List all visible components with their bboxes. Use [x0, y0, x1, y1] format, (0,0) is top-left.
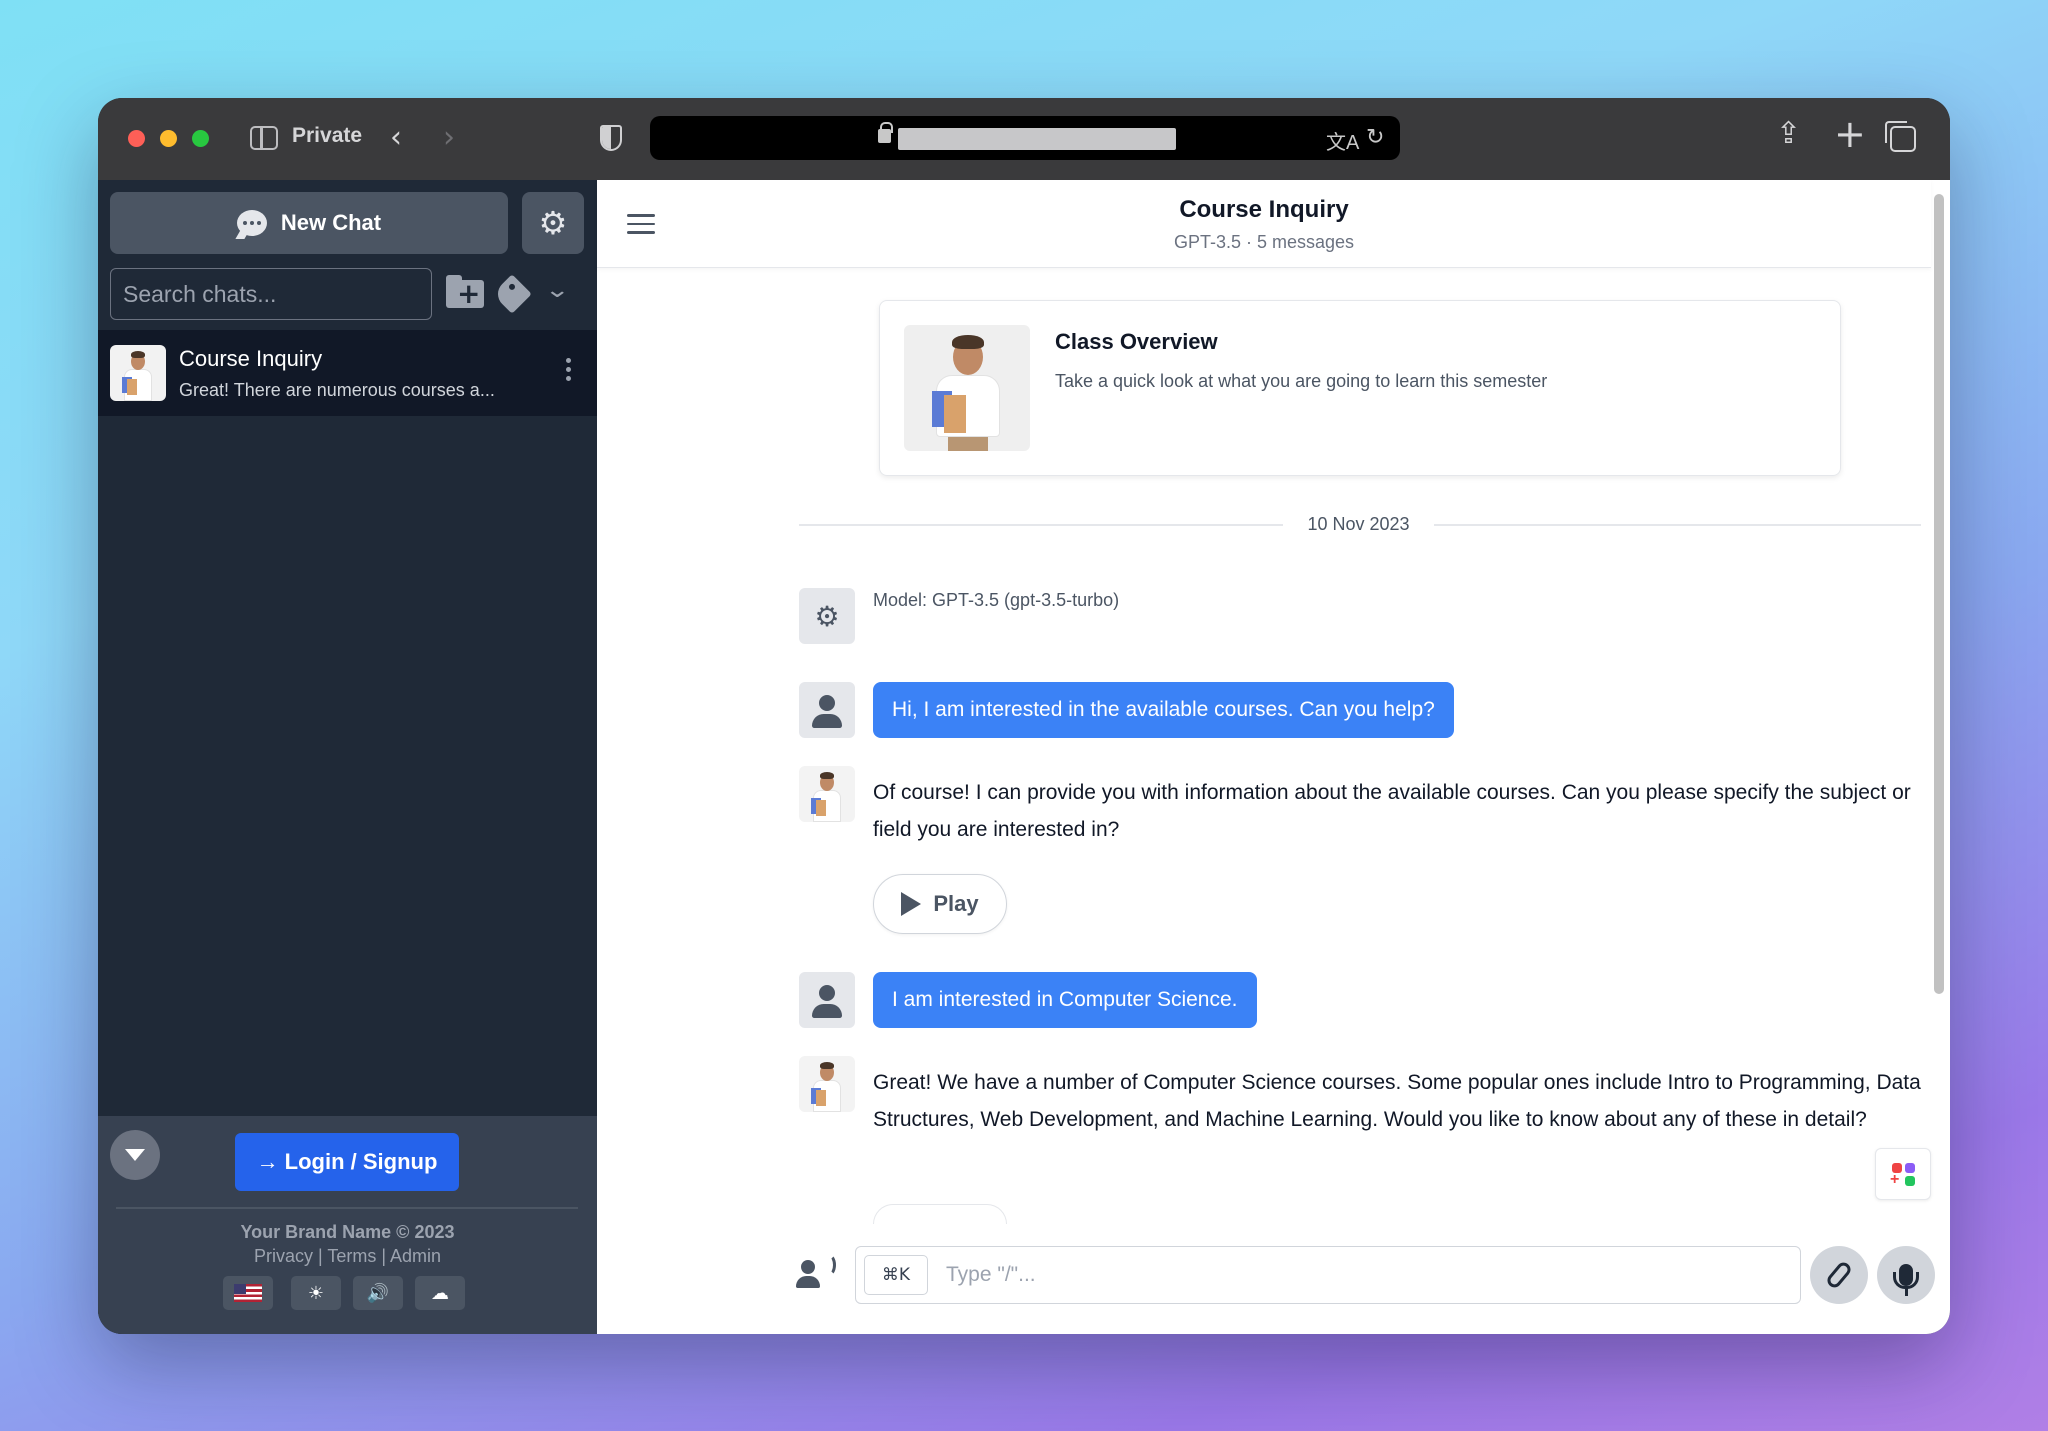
privacy-shield-icon[interactable]	[600, 125, 622, 151]
overview-title: Class Overview	[1055, 329, 1218, 354]
conversation-meta: GPT-3.5 · 5 messages	[1173, 232, 1355, 252]
class-overview-card[interactable]: Class Overview Take a quick look at what…	[879, 300, 1841, 476]
private-label: Private	[292, 124, 363, 147]
settings-button[interactable]: ⚙	[522, 192, 584, 254]
footer-divider	[116, 1207, 578, 1209]
play-label: Play	[933, 891, 979, 916]
close-window-button[interactable]	[128, 130, 145, 147]
maximize-window-button[interactable]	[192, 130, 209, 147]
gear-icon: ⚙	[538, 204, 568, 242]
teacher-image	[904, 325, 1030, 451]
user-avatar	[799, 972, 855, 1028]
browser-window: Private ‹ › 文A ↻ ⇪ + New Chat ⚙ ⌄	[98, 98, 1950, 1334]
login-signup-button[interactable]: → Login / Signup	[235, 1133, 459, 1191]
cloud-icon: ☁	[431, 1282, 449, 1304]
share-icon[interactable]: ⇪	[1776, 116, 1801, 151]
message-input-wrapper: ⌘K	[855, 1246, 1801, 1304]
assistant-avatar	[799, 766, 855, 822]
chevron-down-icon[interactable]: ⌄	[544, 278, 570, 303]
new-chat-button[interactable]: New Chat	[110, 192, 508, 254]
us-flag-icon	[234, 1284, 262, 1302]
chat-title: Course Inquiry	[179, 346, 323, 371]
assistant-message: Of course! I can provide you with inform…	[873, 781, 1911, 841]
teacher-avatar	[110, 345, 166, 401]
command-shortcut[interactable]: ⌘K	[864, 1255, 928, 1295]
model-info: Model: GPT-3.5 (gpt-3.5-turbo)	[873, 590, 1120, 610]
date-label: 10 Nov 2023	[1307, 514, 1410, 534]
sidebar-footer: → Login / Signup Your Brand Name © 2023 …	[98, 1116, 597, 1334]
composer: ⌘K	[597, 1240, 1935, 1310]
minimize-window-button[interactable]	[160, 130, 177, 147]
conversation-title: Course Inquiry	[1179, 196, 1349, 223]
conversation-header: Course Inquiry GPT-3.5 · 5 messages	[597, 180, 1931, 268]
footer-links[interactable]: Privacy | Terms | Admin	[98, 1246, 597, 1267]
overview-description: Take a quick look at what you are going …	[1055, 371, 1548, 391]
lock-icon	[878, 122, 893, 143]
tag-icon[interactable]	[492, 274, 532, 314]
speaker-icon: 🔊	[366, 1282, 390, 1304]
message-input[interactable]	[946, 1255, 1786, 1295]
play-audio-button[interactable]: Play	[873, 874, 1007, 934]
browser-titlebar: Private ‹ › 文A ↻ ⇪ +	[98, 98, 1950, 180]
date-separator: 10 Nov 2023	[799, 514, 1921, 534]
user-message: I am interested in Computer Science.	[873, 972, 1257, 1028]
microphone-icon	[1893, 1264, 1919, 1296]
assistant-message: Great! We have a number of Computer Scie…	[873, 1071, 1921, 1131]
search-chats-input[interactable]	[110, 268, 432, 320]
attach-button[interactable]	[1810, 1246, 1868, 1304]
system-gear-icon: ⚙	[799, 588, 855, 644]
chat-bubble-icon	[236, 210, 267, 236]
reload-icon[interactable]: ↻	[1366, 125, 1384, 150]
paperclip-icon	[1824, 1259, 1854, 1291]
play-audio-button-partial[interactable]	[873, 1204, 1007, 1224]
apps-grid-icon[interactable]: +	[1875, 1148, 1931, 1200]
sidebar: New Chat ⚙ ⌄ Course Inquiry Great! There…	[98, 180, 597, 1334]
footer-toolbar: ☀ 🔊 ☁	[223, 1276, 465, 1310]
new-folder-icon[interactable]	[446, 275, 484, 310]
scrollbar[interactable]	[1934, 194, 1944, 994]
user-message: Hi, I am interested in the available cou…	[873, 682, 1454, 738]
sound-toggle-button[interactable]: 🔊	[353, 1276, 403, 1310]
sun-icon: ☀	[307, 1282, 325, 1304]
translate-icon[interactable]: 文A	[1326, 126, 1359, 155]
assistant-avatar	[799, 1056, 855, 1112]
play-icon	[901, 892, 922, 916]
browser-sidebar-icon[interactable]	[250, 126, 278, 150]
more-options-icon[interactable]	[566, 358, 572, 381]
chat-main: Course Inquiry GPT-3.5 · 5 messages Clas…	[597, 180, 1950, 1334]
tab-overview-icon[interactable]	[1885, 121, 1916, 152]
user-avatar	[799, 682, 855, 738]
redacted-url	[898, 128, 1176, 150]
caret-down-icon[interactable]	[110, 1130, 160, 1180]
chat-list-item[interactable]: Course Inquiry Great! There are numerous…	[98, 330, 597, 416]
theme-toggle-button[interactable]: ☀	[291, 1276, 341, 1310]
forward-icon[interactable]: ›	[443, 120, 455, 155]
chat-preview: Great! There are numerous courses a...	[179, 380, 495, 400]
new-tab-icon[interactable]: +	[1834, 112, 1866, 156]
cloud-sync-button[interactable]: ☁	[415, 1276, 465, 1310]
microphone-button[interactable]	[1877, 1246, 1935, 1304]
language-button[interactable]	[223, 1276, 273, 1310]
window-controls	[128, 130, 209, 147]
address-bar[interactable]: 文A ↻	[650, 116, 1400, 160]
new-chat-label: New Chat	[280, 210, 382, 235]
brand-copyright: Your Brand Name © 2023	[240, 1222, 455, 1242]
back-icon[interactable]: ‹	[390, 120, 402, 155]
